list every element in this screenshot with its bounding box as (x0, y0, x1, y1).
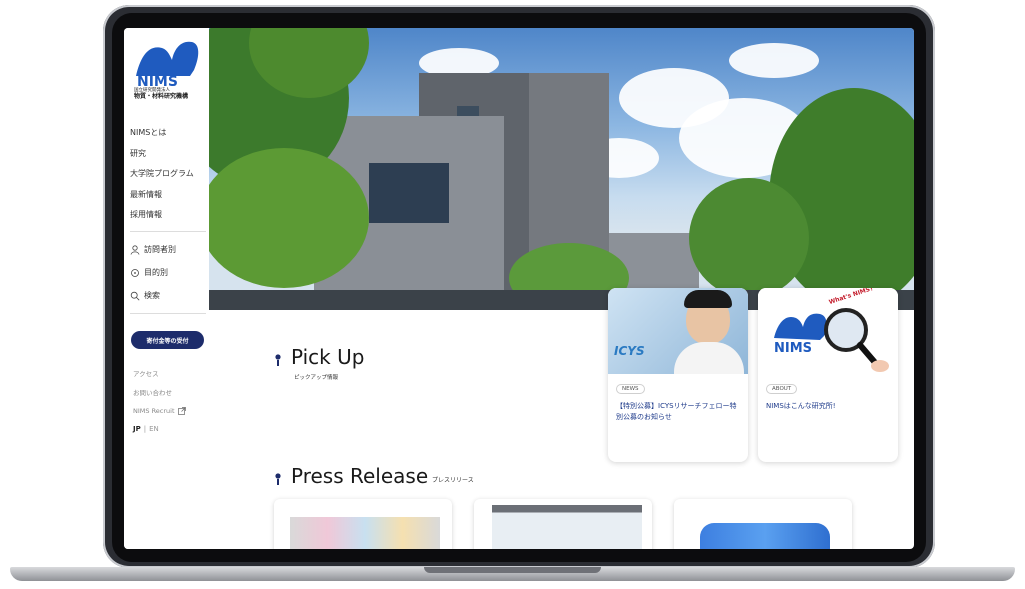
press-card-image (290, 517, 440, 549)
nav-item-about[interactable]: NIMSとは (130, 126, 194, 147)
language-switch: JP | EN (133, 425, 159, 433)
external-link-icon (177, 406, 186, 415)
contact-link[interactable]: お問い合わせ (133, 382, 186, 401)
person-icon (130, 244, 140, 255)
pickup-subtitle: ピックアップ情報 (294, 375, 339, 381)
main-nav: NIMSとは 研究 大学院プログラム 最新情報 採用情報 (130, 126, 194, 229)
press-card[interactable] (474, 499, 652, 549)
lang-separator: | (143, 425, 147, 433)
bullet-icon (275, 354, 281, 366)
lang-en[interactable]: EN (149, 425, 159, 433)
nav-item-graduate-program[interactable]: 大学院プログラム (130, 167, 194, 188)
icys-logo: ICYS (614, 344, 645, 358)
pickup-card-about[interactable]: NIMS What's NIMS? ABOUT NIMSはこんな研究所! (758, 288, 898, 462)
purpose-icon (131, 268, 139, 277)
hero-image (209, 28, 914, 310)
util-divider (130, 313, 206, 314)
cloud (729, 43, 819, 78)
nav-item-news[interactable]: 最新情報 (130, 188, 194, 209)
search-icon (130, 291, 140, 300)
access-label: アクセス (133, 369, 159, 378)
donation-button[interactable]: 寄付金等の受付 (131, 331, 204, 349)
utility-menu: 訪問者別 目的別 検索 (130, 238, 176, 307)
person-hair (684, 290, 732, 308)
magnifier-icon (824, 308, 889, 372)
nav-item-recruit[interactable]: 採用情報 (130, 208, 194, 229)
lang-jp[interactable]: JP (133, 425, 141, 433)
press-card[interactable] (674, 499, 852, 549)
search-menu[interactable]: 検索 (130, 284, 176, 307)
news-card-image: ICYS (608, 288, 748, 374)
svg-text:NIMS: NIMS (774, 341, 812, 356)
contact-label: お問い合わせ (133, 388, 172, 397)
org-name-main: 物質・材料研究機構 (134, 93, 189, 100)
press-card-image (492, 505, 642, 549)
building-window (369, 163, 449, 223)
press-card[interactable] (274, 499, 452, 549)
press-subtitle: プレスリリース (432, 477, 474, 484)
nav-item-research[interactable]: 研究 (130, 147, 194, 168)
news-card-text[interactable]: 【特別公募】ICYSリサーチフェロー特別公募のお知らせ (616, 401, 742, 423)
bullet-icon (275, 473, 281, 485)
sidebar: NIMS 国立研究開発法人 物質・材料研究機構 NIMSとは 研究 大学院プログ… (124, 28, 209, 549)
person-shirt (674, 342, 744, 374)
news-tag: NEWS (616, 384, 645, 394)
visitor-menu[interactable]: 訪問者別 (130, 238, 176, 261)
visitor-label: 訪問者別 (144, 245, 176, 254)
org-name: 国立研究開発法人 物質・材料研究機構 (134, 88, 188, 100)
recruit-link[interactable]: NIMS Recruit (133, 401, 186, 420)
about-card-image: NIMS What's NIMS? (758, 288, 898, 374)
about-card-text[interactable]: NIMSはこんな研究所! (766, 401, 892, 412)
access-link[interactable]: アクセス (133, 363, 186, 382)
press-title: Press Release (291, 464, 429, 488)
nav-divider (130, 231, 206, 232)
about-tag: ABOUT (766, 384, 798, 394)
laptop-notch (424, 567, 601, 573)
pickup-card-news[interactable]: ICYS NEWS 【特別公募】ICYSリサーチフェロー特別公募のお知らせ (608, 288, 748, 462)
recruit-label: NIMS Recruit (133, 406, 175, 415)
press-card-image (700, 523, 830, 549)
browser-screen: NIMS 国立研究開発法人 物質・材料研究機構 NIMSとは 研究 大学院プログ… (124, 28, 914, 549)
pickup-title: Pick Up (291, 345, 365, 369)
tree (689, 178, 809, 298)
purpose-menu[interactable]: 目的別 (130, 261, 176, 284)
footer-links: アクセス お問い合わせ NIMS Recruit (133, 363, 186, 420)
search-label: 検索 (144, 291, 160, 300)
purpose-label: 目的別 (144, 268, 168, 277)
